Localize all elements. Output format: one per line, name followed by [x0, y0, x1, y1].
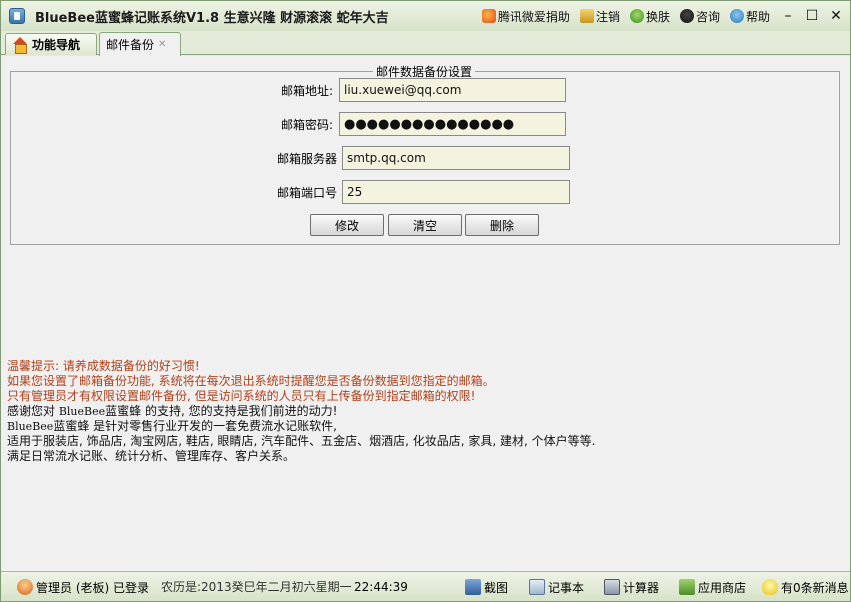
user-icon — [17, 579, 33, 595]
minimize-button[interactable]: – — [778, 6, 798, 26]
intro-text: 蓝蜜蜂 是针对零售行业开发的一套免费流水记账软件, — [53, 419, 337, 433]
intro-brand: BlueBee — [7, 420, 54, 433]
password-row: 邮箱密码: ●●●●●●●●●●●●●●● — [273, 112, 566, 136]
modify-button[interactable]: 修改 — [310, 214, 384, 236]
tip-line: 如果您设置了邮箱备份功能, 系统将在每次退出系统时提醒您是否备份数据到您指定的邮… — [7, 374, 495, 388]
tab-bar: 功能导航 邮件备份 ✕ — [1, 31, 850, 56]
tab-close-icon[interactable]: ✕ — [158, 39, 166, 50]
lunar-date: 农历是:2013癸巳年二月初六星期一 — [161, 572, 352, 602]
skin-link[interactable]: 换肤 — [626, 8, 674, 25]
clock-time: 22:44:39 — [354, 580, 408, 594]
tips-text: 温馨提示: 请养成数据备份的好习惯! 如果您设置了邮箱备份功能, 系统将在每次退… — [7, 359, 595, 464]
thanks-text-a: 感谢您对 — [7, 404, 59, 418]
tab-function-nav-label: 功能导航 — [32, 38, 81, 52]
port-row: 邮箱端口号 25 — [277, 180, 570, 204]
screenshot-tool[interactable]: 截图 — [465, 572, 508, 602]
calculator-tool[interactable]: 计算器 — [604, 572, 659, 602]
usage-line: 适用于服装店, 饰品店, 淘宝网店, 鞋店, 眼睛店, 汽车配件、五金店、烟酒店… — [7, 434, 596, 448]
server-input[interactable]: smtp.qq.com — [342, 146, 570, 170]
heart-icon — [481, 9, 496, 23]
notepad-tool[interactable]: 记事本 — [529, 572, 584, 602]
tab-mail-backup-label: 邮件备份 — [106, 38, 155, 52]
port-label: 邮箱端口号 — [277, 185, 338, 200]
message-status[interactable]: 有0条新消息 — [762, 572, 849, 602]
maximize-button[interactable]: ☐ — [802, 6, 822, 26]
tab-function-nav[interactable]: 功能导航 — [5, 33, 97, 55]
calculator-icon — [604, 579, 620, 595]
password-input[interactable]: ●●●●●●●●●●●●●●● — [339, 112, 566, 136]
help-label: 帮助 — [745, 9, 770, 24]
lunar-date-text: 农历是:2013癸巳年二月初六星期一 — [161, 581, 352, 593]
delete-button[interactable]: 删除 — [465, 214, 539, 236]
consult-link[interactable]: 咨询 — [676, 8, 724, 25]
screenshot-icon — [465, 579, 481, 595]
title-bar: BlueBee蓝蜜蜂记账系统V1.8 生意兴隆 财源滚滚 蛇年大吉 腾讯微爱捐助… — [1, 1, 850, 31]
thanks-brand: BlueBee — [58, 405, 106, 418]
clock: 22:44:39 — [354, 572, 408, 602]
intro-line: BlueBee蓝蜜蜂 是针对零售行业开发的一套免费流水记账软件, — [7, 419, 595, 434]
user-status: 管理员 (老板) 已登录 — [17, 572, 149, 602]
app-window: BlueBee蓝蜜蜂记账系统V1.8 生意兴隆 财源滚滚 蛇年大吉 腾讯微爱捐助… — [0, 0, 851, 602]
tip-line: 只有管理员才有权限设置邮件备份, 但是访问系统的人员只有上传备份到指定邮箱的权限… — [7, 389, 476, 403]
consult-label: 咨询 — [695, 9, 720, 24]
password-label: 邮箱密码: — [280, 117, 333, 132]
logout-label: 注销 — [595, 9, 620, 24]
app-store-icon — [679, 579, 695, 595]
email-row: 邮箱地址: liu.xuewei@qq.com — [273, 78, 566, 102]
clear-button[interactable]: 清空 — [388, 214, 462, 236]
help-link[interactable]: 帮助 — [726, 8, 774, 25]
qq-icon — [679, 9, 694, 23]
bulb-icon — [762, 579, 778, 595]
screenshot-label: 截图 — [484, 580, 509, 595]
email-label: 邮箱地址: — [280, 83, 333, 98]
notepad-icon — [529, 579, 545, 595]
title-bar-links: 腾讯微爱捐助 注销 换肤 咨询 帮助 – ☐ ✕ — [478, 1, 846, 31]
thanks-text-c: 蓝蜜蜂 的支持, 您的支持是我们前进的动力! — [105, 404, 338, 418]
logout-link[interactable]: 注销 — [576, 8, 624, 25]
help-icon — [729, 9, 744, 23]
home-icon — [12, 36, 28, 54]
close-button[interactable]: ✕ — [826, 6, 846, 26]
tip-line: 温馨提示: 请养成数据备份的好习惯! — [7, 359, 200, 373]
lock-icon — [579, 9, 594, 23]
donate-label: 腾讯微爱捐助 — [497, 9, 570, 24]
status-bar: 管理员 (老板) 已登录 农历是:2013癸巳年二月初六星期一 22:44:39… — [1, 571, 850, 601]
app-store-label: 应用商店 — [698, 580, 747, 595]
skin-label: 换肤 — [645, 9, 670, 24]
port-input[interactable]: 25 — [342, 180, 570, 204]
server-label: 邮箱服务器 — [277, 151, 338, 166]
thanks-line: 感谢您对 BlueBee蓝蜜蜂 的支持, 您的支持是我们前进的动力! — [7, 404, 595, 419]
donate-link[interactable]: 腾讯微爱捐助 — [478, 8, 574, 25]
skin-icon — [629, 9, 644, 23]
main-content: 邮件数据备份设置 邮箱地址: liu.xuewei@qq.com 邮箱密码: ●… — [1, 56, 850, 571]
app-store-tool[interactable]: 应用商店 — [679, 572, 746, 602]
features-line: 满足日常流水记账、统计分析、管理库存、客户关系。 — [7, 449, 296, 463]
app-icon — [9, 8, 25, 24]
calculator-label: 计算器 — [623, 580, 660, 595]
email-input[interactable]: liu.xuewei@qq.com — [339, 78, 566, 102]
user-status-label: 管理员 (老板) 已登录 — [36, 580, 149, 595]
notepad-label: 记事本 — [548, 580, 585, 595]
message-label: 有0条新消息 — [781, 580, 849, 595]
server-row: 邮箱服务器 smtp.qq.com — [277, 146, 570, 170]
tab-mail-backup[interactable]: 邮件备份 ✕ — [99, 32, 181, 56]
window-title: BlueBee蓝蜜蜂记账系统V1.8 生意兴隆 财源滚滚 蛇年大吉 — [35, 10, 389, 26]
